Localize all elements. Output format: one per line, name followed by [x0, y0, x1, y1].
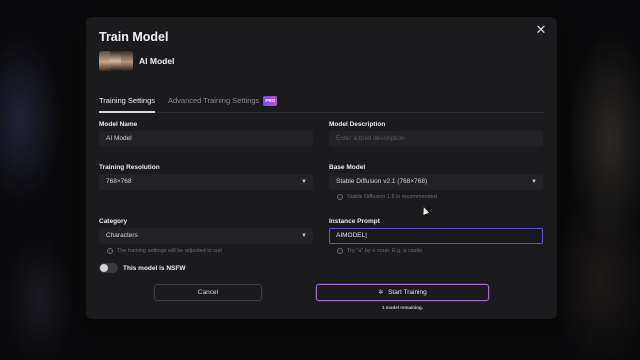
instance-prompt-field: Instance Prompt AIMODEL| i Try "a" by a …: [329, 218, 543, 254]
info-icon: i: [107, 248, 113, 254]
start-training-button[interactable]: ✲ Start Training: [316, 284, 489, 301]
tab-advanced-training-settings[interactable]: Advanced Training Settings PRO: [168, 95, 278, 107]
training-icon: ✲: [378, 290, 384, 296]
category-value: Characters: [106, 232, 138, 239]
instance-prompt-input[interactable]: AIMODEL|: [329, 228, 543, 244]
nsfw-toggle[interactable]: [99, 263, 118, 273]
base-model-hint: i Stable Diffusion 1.5 is recommended.: [337, 194, 438, 200]
model-name-field: Model Name AI Model: [99, 121, 313, 147]
training-resolution-field: Training Resolution 768×768 ▼: [99, 164, 313, 190]
training-resolution-value: 768×768: [106, 178, 132, 185]
training-resolution-label: Training Resolution: [99, 164, 160, 171]
category-select[interactable]: Characters ▼: [99, 228, 313, 244]
close-icon[interactable]: ✕: [533, 22, 549, 38]
base-model-value: Stable Diffusion v2.1 (768×768): [336, 178, 428, 185]
dialog-title: Train Model: [99, 30, 169, 44]
model-description-label: Model Description: [329, 121, 386, 128]
chevron-down-icon: ▼: [301, 233, 307, 239]
pro-badge: PRO: [263, 96, 278, 106]
tab-bar: Training Settings Advanced Training Sett…: [99, 95, 545, 113]
category-label: Category: [99, 218, 128, 225]
instance-prompt-hint-text: Try "a" by a noun. E.g. a castle: [347, 248, 423, 254]
info-icon: i: [337, 194, 343, 200]
tab-training-settings[interactable]: Training Settings: [99, 95, 156, 113]
model-header: AI Model: [99, 50, 174, 72]
model-description-input[interactable]: Enter a brief description: [329, 131, 543, 147]
chevron-down-icon: ▼: [301, 179, 307, 185]
cancel-button[interactable]: Cancel: [154, 284, 262, 301]
model-name-label: Model Name: [99, 121, 138, 128]
base-model-label: Base Model: [329, 164, 366, 171]
info-icon: i: [337, 248, 343, 254]
toggle-knob: [100, 264, 108, 272]
model-description-field: Model Description Enter a brief descript…: [329, 121, 543, 147]
tab-label: Training Settings: [99, 96, 156, 105]
thumbnail-image: [121, 51, 133, 71]
category-hint: i The training settings will be adjusted…: [107, 248, 222, 254]
start-training-label: Start Training: [388, 289, 427, 296]
model-thumbnails: [99, 51, 133, 71]
training-resolution-select[interactable]: 768×768 ▼: [99, 174, 313, 190]
base-model-hint-text: Stable Diffusion 1.5 is recommended.: [347, 194, 439, 200]
nsfw-label: This model is NSFW: [123, 264, 186, 272]
tab-label: Advanced Training Settings: [168, 96, 260, 105]
model-title: AI Model: [139, 56, 175, 66]
model-name-input[interactable]: AI Model: [99, 131, 313, 147]
category-field: Category Characters ▼ i The training set…: [99, 218, 313, 254]
category-hint-text: The training settings will be adjusted t…: [117, 248, 222, 254]
base-model-field: Base Model Stable Diffusion v2.1 (768×76…: [329, 164, 543, 200]
train-model-dialog: ✕ Train Model AI Model Training Settings…: [86, 17, 557, 319]
base-model-select[interactable]: Stable Diffusion v2.1 (768×768) ▼: [329, 174, 543, 190]
nsfw-toggle-row: This model is NSFW: [99, 263, 185, 273]
chevron-down-icon: ▼: [531, 179, 537, 185]
models-remaining-text: 1 model remaining.: [381, 305, 423, 310]
instance-prompt-hint: i Try "a" by a noun. E.g. a castle: [337, 248, 422, 254]
instance-prompt-label: Instance Prompt: [329, 218, 380, 225]
